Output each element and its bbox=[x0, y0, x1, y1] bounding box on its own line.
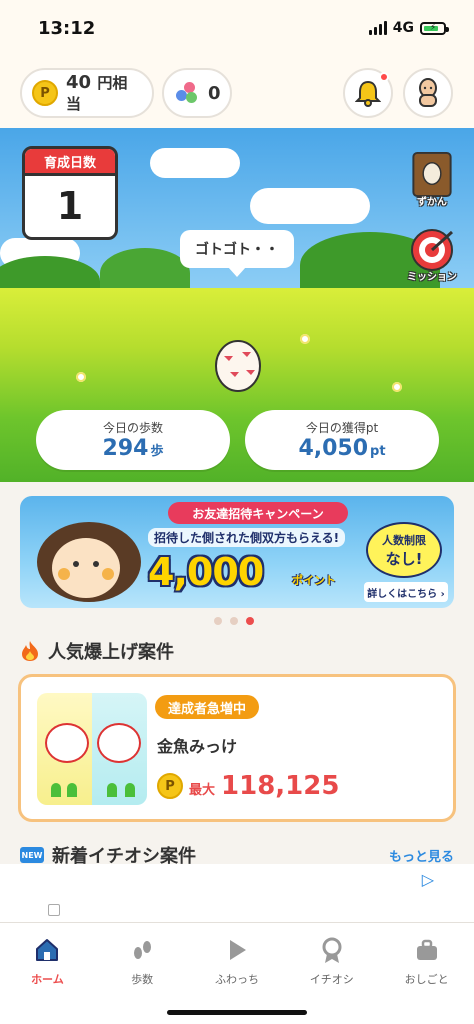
invite-campaign-banner[interactable]: お友達招待キャンペーン 招待した側された側双方もらえる! 4,000 ポイント … bbox=[20, 496, 454, 608]
campaign-reward: P 最大 118,125 bbox=[157, 771, 339, 801]
limit-line2: なし! bbox=[385, 549, 423, 568]
days-calendar: 育成日数 1 bbox=[22, 146, 118, 240]
tab-label: ホーム bbox=[31, 973, 64, 986]
hero-scene: 育成日数 1 ゴトゴト・・ ずかん ミッション 今日の歩数 294 歩 今日の獲得… bbox=[0, 128, 474, 482]
profile-button[interactable] bbox=[403, 68, 453, 118]
home-indicator bbox=[167, 1010, 307, 1015]
speech-bubble: ゴトゴト・・ bbox=[180, 230, 294, 277]
banner-ribbon: お友達招待キャンペーン bbox=[168, 502, 348, 524]
target-icon bbox=[411, 229, 454, 271]
ad-info-icon[interactable] bbox=[48, 904, 60, 916]
banner-subtitle: 招待した側された側双方もらえる! bbox=[148, 528, 346, 547]
today-steps-card[interactable]: 今日の歩数 294 歩 bbox=[36, 410, 230, 470]
footprints-icon bbox=[127, 935, 157, 965]
gem-icon bbox=[174, 80, 200, 106]
zukan-button[interactable]: ずかん bbox=[404, 150, 460, 208]
carousel-dot-active[interactable] bbox=[246, 617, 254, 625]
status-bar: 13:12 4G ⚡ bbox=[0, 0, 474, 60]
tab-home[interactable]: ホーム bbox=[0, 923, 95, 1024]
medal-icon bbox=[317, 935, 347, 965]
flower bbox=[392, 382, 402, 392]
egg-character[interactable] bbox=[212, 334, 264, 392]
rising-tag: 達成者急増中 bbox=[155, 695, 259, 719]
tab-oshigoto[interactable]: おしごと bbox=[379, 923, 474, 1024]
header: P 40 円相当 0 bbox=[0, 60, 474, 128]
banner-amount: 4,000 bbox=[148, 550, 264, 594]
avatar-icon bbox=[419, 78, 437, 107]
days-value: 1 bbox=[56, 184, 84, 228]
carousel-dots[interactable] bbox=[214, 617, 254, 625]
bell-icon bbox=[355, 80, 381, 107]
steps-unit: 歩 bbox=[150, 443, 164, 459]
tab-fuwacchi[interactable]: ふわっち bbox=[190, 923, 285, 1024]
coin-icon: P bbox=[32, 80, 58, 106]
goldfish-illustration bbox=[97, 723, 141, 763]
points-pill[interactable]: P 40 円相当 bbox=[20, 68, 154, 118]
gems-pill[interactable]: 0 bbox=[162, 68, 232, 118]
cloud bbox=[250, 188, 370, 224]
zukan-label: ずかん bbox=[417, 197, 447, 208]
flower bbox=[76, 372, 86, 382]
carousel-dot[interactable] bbox=[230, 617, 238, 625]
popular-section-title: 人気爆上げ案件 bbox=[20, 638, 174, 664]
today-points-card[interactable]: 今日の獲得pt 4,050 pt bbox=[245, 410, 439, 470]
hedgehog-illustration bbox=[37, 522, 141, 602]
tab-bar: ホーム 歩数 ふわっち イチオシ おしごと bbox=[0, 922, 474, 1024]
tab-label: イチオシ bbox=[309, 973, 354, 986]
limit-line1: 人数制限 bbox=[382, 533, 426, 547]
signal-icon bbox=[368, 21, 387, 35]
play-icon bbox=[222, 935, 252, 965]
carousel-dot[interactable] bbox=[214, 617, 222, 625]
home-icon bbox=[32, 935, 62, 965]
tab-steps[interactable]: 歩数 bbox=[95, 923, 190, 1024]
new-icon: NEW bbox=[20, 847, 44, 863]
tab-label: おしごと bbox=[404, 973, 449, 986]
points-earned-value: 4,050 bbox=[298, 435, 369, 461]
ad-choices-icon[interactable]: ▷ bbox=[422, 870, 434, 889]
ad-area[interactable]: ▷ bbox=[0, 864, 474, 922]
steps-label: 今日の歩数 bbox=[102, 420, 163, 435]
campaign-thumbnail bbox=[37, 693, 147, 805]
cloud bbox=[150, 148, 240, 178]
banner-amount-unit: ポイント bbox=[292, 574, 336, 587]
popular-title-text: 人気爆上げ案件 bbox=[48, 642, 174, 663]
steps-value: 294 bbox=[102, 435, 149, 461]
reward-prefix: 最大 bbox=[189, 783, 216, 798]
battery-icon: ⚡ bbox=[420, 21, 449, 35]
gems-count: 0 bbox=[208, 82, 221, 104]
tab-ichioshi[interactable]: イチオシ bbox=[284, 923, 379, 1024]
points-earned-unit: pt bbox=[370, 443, 386, 459]
notification-button[interactable] bbox=[343, 68, 393, 118]
coin-icon: P bbox=[157, 773, 183, 799]
campaign-name: 金魚みっけ bbox=[157, 737, 238, 756]
mission-button[interactable]: ミッション bbox=[404, 226, 460, 284]
flower bbox=[300, 334, 310, 344]
book-icon bbox=[412, 151, 452, 198]
details-link[interactable]: 詳しくはこちら › bbox=[364, 582, 448, 602]
tab-label: 歩数 bbox=[131, 973, 154, 986]
tab-label: ふわっち bbox=[214, 973, 259, 986]
network-label: 4G bbox=[392, 20, 414, 36]
points-label: 今日の獲得pt bbox=[305, 420, 379, 435]
see-more-link[interactable]: もっと見る bbox=[389, 846, 454, 865]
no-limit-badge: 人数制限 なし! bbox=[366, 522, 442, 578]
notification-badge bbox=[379, 72, 389, 82]
mission-label: ミッション bbox=[407, 272, 457, 283]
days-label: 育成日数 bbox=[25, 149, 115, 176]
status-indicators: 4G ⚡ bbox=[368, 20, 449, 36]
fire-icon bbox=[22, 641, 38, 661]
goldfish-illustration bbox=[45, 723, 89, 763]
status-time: 13:12 bbox=[38, 18, 96, 39]
points-value: 40 bbox=[66, 72, 92, 93]
campaign-card[interactable]: 達成者急増中 金魚みっけ P 最大 118,125 bbox=[18, 674, 456, 822]
briefcase-icon bbox=[412, 935, 442, 965]
reward-value: 118,125 bbox=[221, 771, 340, 801]
